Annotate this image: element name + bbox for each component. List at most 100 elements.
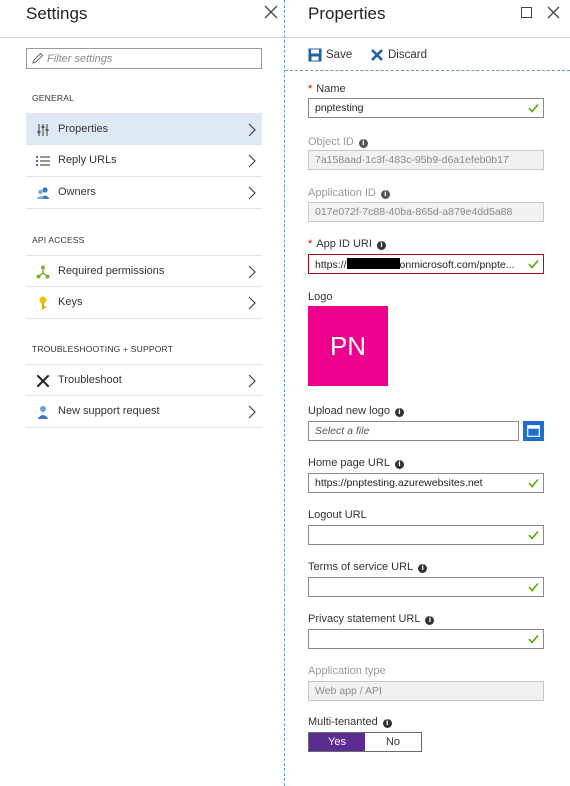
chevron-right-icon — [248, 374, 256, 388]
logo-label: Logo — [308, 291, 333, 303]
properties-title: Properties — [308, 4, 386, 23]
browse-file-button[interactable] — [523, 421, 544, 441]
app-id-uri-label: * App ID URI i — [308, 238, 386, 250]
settings-blade: Settings GENERAL Properties — [0, 0, 284, 786]
multi-tenanted-toggle: Yes No — [308, 732, 422, 752]
required-asterisk: * — [308, 83, 313, 95]
settings-item-label: Owners — [58, 186, 96, 198]
privacy-url-field[interactable] — [308, 629, 544, 649]
chevron-right-icon — [248, 154, 256, 168]
section-troubleshooting-label: TROUBLESHOOTING + SUPPORT — [32, 344, 174, 354]
multi-tenanted-yes-option[interactable]: Yes — [309, 733, 365, 751]
settings-item-keys[interactable]: Keys — [26, 287, 262, 319]
upload-logo-input[interactable]: Select a file — [308, 421, 519, 441]
properties-header: Properties — [285, 0, 570, 38]
wrench-tools-icon — [37, 375, 49, 387]
info-icon[interactable]: i — [380, 190, 390, 199]
section-api-access-label: API ACCESS — [32, 235, 85, 245]
name-field[interactable]: pnptesting — [308, 98, 544, 118]
settings-item-troubleshoot[interactable]: Troubleshoot — [26, 364, 262, 396]
upload-logo-label: Upload new logo i — [308, 405, 404, 417]
folder-icon — [527, 425, 540, 437]
application-id-value: 017e072f-7c88-40ba-865d-a879e4dd5a88 — [315, 206, 513, 218]
logout-url-field[interactable] — [308, 525, 544, 545]
redaction-bar — [346, 258, 400, 269]
settings-item-required-permissions[interactable]: Required permissions — [26, 255, 262, 287]
settings-item-label: Troubleshoot — [58, 374, 122, 386]
application-type-label: Application type — [308, 665, 386, 677]
settings-item-label: Required permissions — [58, 265, 165, 277]
valid-check-icon — [528, 634, 539, 644]
info-icon[interactable]: i — [376, 241, 386, 250]
logo-initials: PN — [329, 331, 367, 361]
key-icon — [39, 296, 47, 310]
save-label: Save — [326, 49, 353, 61]
valid-check-icon — [528, 478, 539, 488]
chevron-right-icon — [248, 296, 256, 310]
settings-item-new-support-request[interactable]: New support request — [26, 396, 262, 428]
app-id-uri-field[interactable]: https://onmicrosoft.com/pnpte... — [308, 254, 544, 274]
properties-close-icon[interactable] — [547, 6, 560, 19]
settings-item-owners[interactable]: Owners — [26, 177, 262, 209]
logout-url-label: Logout URL — [308, 509, 367, 521]
object-id-field: 7a158aad-1c3f-483c-95b9-d6a1efeb0b17 — [308, 150, 544, 170]
discard-x-icon — [371, 49, 383, 61]
maximize-icon[interactable] — [521, 7, 532, 18]
settings-item-label: Reply URLs — [58, 154, 117, 166]
multi-tenanted-label: Multi-tenanted i — [308, 716, 392, 728]
settings-header: Settings — [0, 0, 284, 38]
discard-button[interactable]: Discard — [370, 48, 434, 64]
name-value: pnptesting — [315, 102, 364, 114]
chevron-right-icon — [248, 123, 256, 137]
info-icon[interactable]: i — [358, 139, 368, 148]
info-icon[interactable]: i — [418, 564, 428, 573]
required-asterisk: * — [308, 238, 313, 250]
settings-close-icon[interactable] — [264, 5, 278, 19]
info-icon[interactable]: i — [394, 460, 404, 469]
multi-tenanted-no-option[interactable]: No — [365, 733, 421, 751]
application-type-field: Web app / API — [308, 681, 544, 701]
valid-check-icon — [528, 530, 539, 540]
application-type-value: Web app / API — [315, 685, 382, 697]
app-id-uri-value: https://onmicrosoft.com/pnpte... — [315, 258, 515, 271]
properties-blade: Properties Save Discard * Name pnptestin… — [285, 0, 570, 786]
settings-item-reply-urls[interactable]: Reply URLs — [26, 145, 262, 177]
save-disk-icon — [308, 48, 322, 62]
section-general-label: GENERAL — [32, 93, 75, 103]
people-icon — [36, 187, 50, 199]
privacy-url-label: Privacy statement URL i — [308, 613, 435, 625]
terms-url-field[interactable] — [308, 577, 544, 597]
chevron-right-icon — [248, 265, 256, 279]
settings-item-label: Keys — [58, 296, 83, 308]
app-logo: PN — [308, 306, 388, 386]
settings-item-properties[interactable]: Properties — [26, 113, 262, 145]
chevron-right-icon — [248, 186, 256, 200]
settings-title: Settings — [26, 4, 88, 23]
settings-item-label: New support request — [58, 405, 160, 417]
support-person-icon — [37, 406, 49, 419]
list-icon — [36, 156, 50, 166]
filter-settings-input[interactable] — [47, 50, 257, 67]
valid-check-icon — [528, 103, 539, 113]
valid-check-icon — [528, 582, 539, 592]
object-id-value: 7a158aad-1c3f-483c-95b9-d6a1efeb0b17 — [315, 154, 509, 166]
upload-logo-placeholder: Select a file — [315, 425, 370, 437]
object-id-label: Object ID i — [308, 136, 368, 148]
save-button[interactable]: Save — [308, 48, 356, 64]
filter-settings-box[interactable] — [26, 48, 262, 69]
search-pencil-icon — [32, 52, 44, 64]
discard-label: Discard — [388, 49, 427, 61]
application-id-label: Application ID i — [308, 187, 390, 199]
valid-check-icon — [528, 259, 539, 269]
name-label: *Namei — [308, 83, 346, 95]
terms-url-label: Terms of service URL i — [308, 561, 428, 573]
application-id-field: 017e072f-7c88-40ba-865d-a879e4dd5a88 — [308, 202, 544, 222]
home-page-url-label: Home page URL i — [308, 457, 404, 469]
azure-portal-blades: Settings GENERAL Properties — [0, 0, 570, 786]
home-page-url-value: https://pnptesting.azurewebsites.net — [315, 477, 483, 489]
info-icon[interactable]: i — [382, 719, 392, 728]
info-icon[interactable]: i — [425, 616, 435, 625]
info-icon[interactable]: i — [394, 408, 404, 417]
home-page-url-field[interactable]: https://pnptesting.azurewebsites.net — [308, 473, 544, 493]
settings-item-label: Properties — [58, 123, 109, 135]
